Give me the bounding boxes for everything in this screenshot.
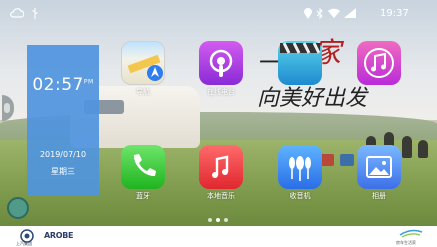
radio-icon bbox=[278, 145, 322, 189]
home-button[interactable] bbox=[7, 197, 29, 219]
clock-time: 02:57PM bbox=[32, 75, 94, 95]
app-label: 导航 bbox=[136, 88, 150, 96]
cloud-icon bbox=[10, 8, 25, 21]
video-clapper-icon bbox=[278, 41, 322, 85]
maps-icon bbox=[121, 41, 165, 85]
rv-life-logo-text: 房车生活家 bbox=[396, 240, 416, 245]
app-label: 收音机 bbox=[289, 192, 311, 200]
bluetooth-icon bbox=[316, 7, 324, 22]
phone-icon bbox=[121, 145, 165, 189]
app-label: 在线电台 bbox=[207, 88, 235, 96]
podcast-icon bbox=[199, 41, 243, 85]
clock-date: 2019/07/10 bbox=[39, 150, 87, 159]
app-maps[interactable]: 导航 bbox=[121, 41, 167, 97]
app-music[interactable]: 本地音乐 bbox=[199, 145, 245, 201]
clock-meridiem: PM bbox=[83, 78, 94, 86]
app-music-top[interactable] bbox=[357, 41, 403, 87]
status-bar: 19:37 bbox=[0, 0, 437, 28]
wifi-icon bbox=[328, 8, 340, 21]
arobe-logo: AROBE bbox=[44, 231, 74, 240]
signal-icon bbox=[344, 8, 356, 21]
rv-life-logo-icon bbox=[399, 229, 423, 238]
app-radio[interactable]: 收音机 bbox=[278, 145, 324, 201]
app-video[interactable] bbox=[278, 41, 324, 87]
app-label: 相册 bbox=[372, 192, 386, 200]
status-time: 19:37 bbox=[380, 8, 409, 19]
home-screen: 一 家 向美好出发 19:37 02:57PM 2019/07/10 星期三 导… bbox=[0, 0, 437, 226]
app-label: 本地音乐 bbox=[207, 192, 235, 200]
svg-text:向美好出发: 向美好出发 bbox=[257, 86, 369, 110]
music-note-icon bbox=[357, 41, 401, 85]
app-gallery[interactable]: 相册 bbox=[357, 145, 403, 201]
app-label: 蓝牙 bbox=[136, 192, 150, 200]
saic-logo-text: 上汽集团 bbox=[16, 241, 32, 246]
clock-weekday: 星期三 bbox=[51, 167, 75, 176]
app-phone[interactable]: 蓝牙 bbox=[121, 145, 167, 201]
clock-widget[interactable]: 02:57PM 2019/07/10 星期三 bbox=[27, 45, 99, 196]
usb-icon bbox=[31, 8, 39, 22]
page-indicator bbox=[208, 218, 236, 222]
music-icon bbox=[199, 145, 243, 189]
gallery-icon bbox=[357, 145, 401, 189]
app-podcast[interactable]: 在线电台 bbox=[199, 41, 245, 97]
location-icon bbox=[304, 8, 312, 22]
